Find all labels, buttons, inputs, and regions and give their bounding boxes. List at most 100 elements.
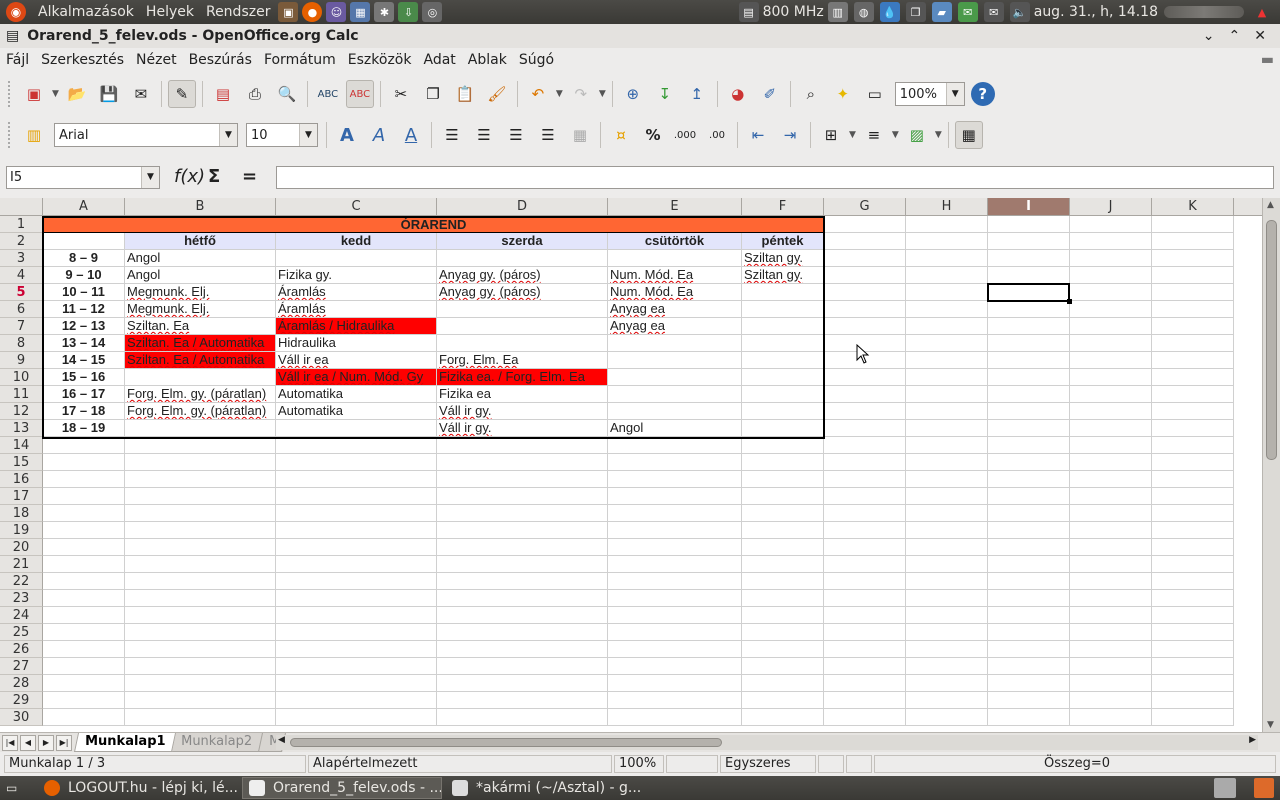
windows-icon[interactable]: ❐ [905,2,926,22]
timetable-cell[interactable]: Váll ir ea / Num. Mód. Gy [276,369,437,386]
cell[interactable] [276,505,437,522]
email-icon[interactable]: ✉ [127,80,155,108]
timetable-cell[interactable] [742,369,824,386]
cell[interactable] [824,675,906,692]
cell[interactable] [1152,658,1234,675]
cell[interactable] [1152,505,1234,522]
row-header-29[interactable]: 29 [0,692,43,709]
last-sheet-icon[interactable]: ▶| [56,734,72,751]
cell[interactable] [1070,573,1152,590]
undo-dropdown-icon[interactable]: ▼ [556,89,563,99]
cell[interactable] [1152,522,1234,539]
cell[interactable] [1070,250,1152,267]
cell[interactable] [742,522,824,539]
timetable-cell[interactable]: Automatika [276,386,437,403]
row-header-23[interactable]: 23 [0,590,43,607]
cell[interactable] [906,352,988,369]
cell[interactable] [824,386,906,403]
cell[interactable] [125,471,276,488]
cell[interactable] [906,233,988,250]
column-header-b[interactable]: B [125,198,276,216]
styles-formatting-icon[interactable]: ▥ [20,121,48,149]
cell[interactable] [276,522,437,539]
cell[interactable] [824,437,906,454]
cell[interactable] [824,301,906,318]
time-slot[interactable]: 18 – 19 [43,420,125,437]
cell[interactable] [742,454,824,471]
cell[interactable] [1070,335,1152,352]
cell[interactable] [1152,216,1234,233]
launcher-download-icon[interactable]: ⇩ [398,2,419,22]
cell[interactable] [742,692,824,709]
menu-view[interactable]: Nézet [130,52,183,68]
cell[interactable] [1152,267,1234,284]
launcher-disk-icon[interactable]: ◎ [422,2,443,22]
cell[interactable] [1152,488,1234,505]
timetable-cell[interactable]: Angol [125,267,276,284]
cell[interactable] [1152,539,1234,556]
row-header-17[interactable]: 17 [0,488,43,505]
function-icon[interactable]: = [242,166,257,187]
cell[interactable] [125,607,276,624]
timetable-cell[interactable] [608,369,742,386]
row-header-21[interactable]: 21 [0,556,43,573]
cell[interactable] [742,505,824,522]
cell[interactable] [1070,437,1152,454]
find-replace-icon[interactable]: ⌕ [797,80,825,108]
background-color-icon[interactable]: ▨ [903,121,931,149]
cell[interactable] [437,471,608,488]
timetable-cell[interactable]: Fizika gy. [276,267,437,284]
cell[interactable] [437,488,608,505]
cell[interactable] [1070,352,1152,369]
row-header-19[interactable]: 19 [0,522,43,539]
timetable-cell[interactable] [742,335,824,352]
row-header-11[interactable]: 11 [0,386,43,403]
cell[interactable] [988,675,1070,692]
cell[interactable] [988,403,1070,420]
cell[interactable] [742,573,824,590]
cell[interactable] [608,454,742,471]
scroll-down-icon[interactable]: ▼ [1267,720,1274,730]
chevron-down-icon[interactable]: ▼ [299,124,317,146]
sort-descending-icon[interactable]: ↥ [683,80,711,108]
timetable-cell[interactable] [437,318,608,335]
cell[interactable] [437,437,608,454]
timetable-cell[interactable] [742,318,824,335]
column-header-g[interactable]: G [824,198,906,216]
cell[interactable] [906,386,988,403]
cell[interactable] [125,454,276,471]
row-header-27[interactable]: 27 [0,658,43,675]
cell[interactable] [437,590,608,607]
font-size-combo[interactable]: 10 ▼ [246,123,318,147]
cell[interactable] [742,590,824,607]
cell[interactable] [824,573,906,590]
cell[interactable] [906,420,988,437]
cell[interactable] [906,267,988,284]
cell[interactable] [125,573,276,590]
new-dropdown-icon[interactable]: ▼ [52,89,59,99]
percent-format-icon[interactable]: % [639,121,667,149]
column-header-d[interactable]: D [437,198,608,216]
vertical-scrollbar[interactable]: ▲ ▼ [1262,198,1280,732]
timetable-cell[interactable] [437,250,608,267]
first-sheet-icon[interactable]: |◀ [2,734,18,751]
cell[interactable] [988,556,1070,573]
cell[interactable] [1152,692,1234,709]
line-style-dropdown-icon[interactable]: ▼ [892,130,899,140]
cell[interactable] [1070,607,1152,624]
cell[interactable] [1070,590,1152,607]
row-header-5[interactable]: 5 [0,284,43,301]
cell[interactable] [742,488,824,505]
cell[interactable] [988,488,1070,505]
cell[interactable] [1152,573,1234,590]
cell[interactable] [988,420,1070,437]
row-header-24[interactable]: 24 [0,607,43,624]
cell[interactable] [276,556,437,573]
cell[interactable] [125,692,276,709]
launcher-firefox-icon[interactable]: ● [302,2,323,22]
formula-input[interactable] [276,166,1274,189]
cell[interactable] [742,675,824,692]
prev-sheet-icon[interactable]: ◀ [20,734,36,751]
cell[interactable] [988,318,1070,335]
cell[interactable] [1152,709,1234,726]
